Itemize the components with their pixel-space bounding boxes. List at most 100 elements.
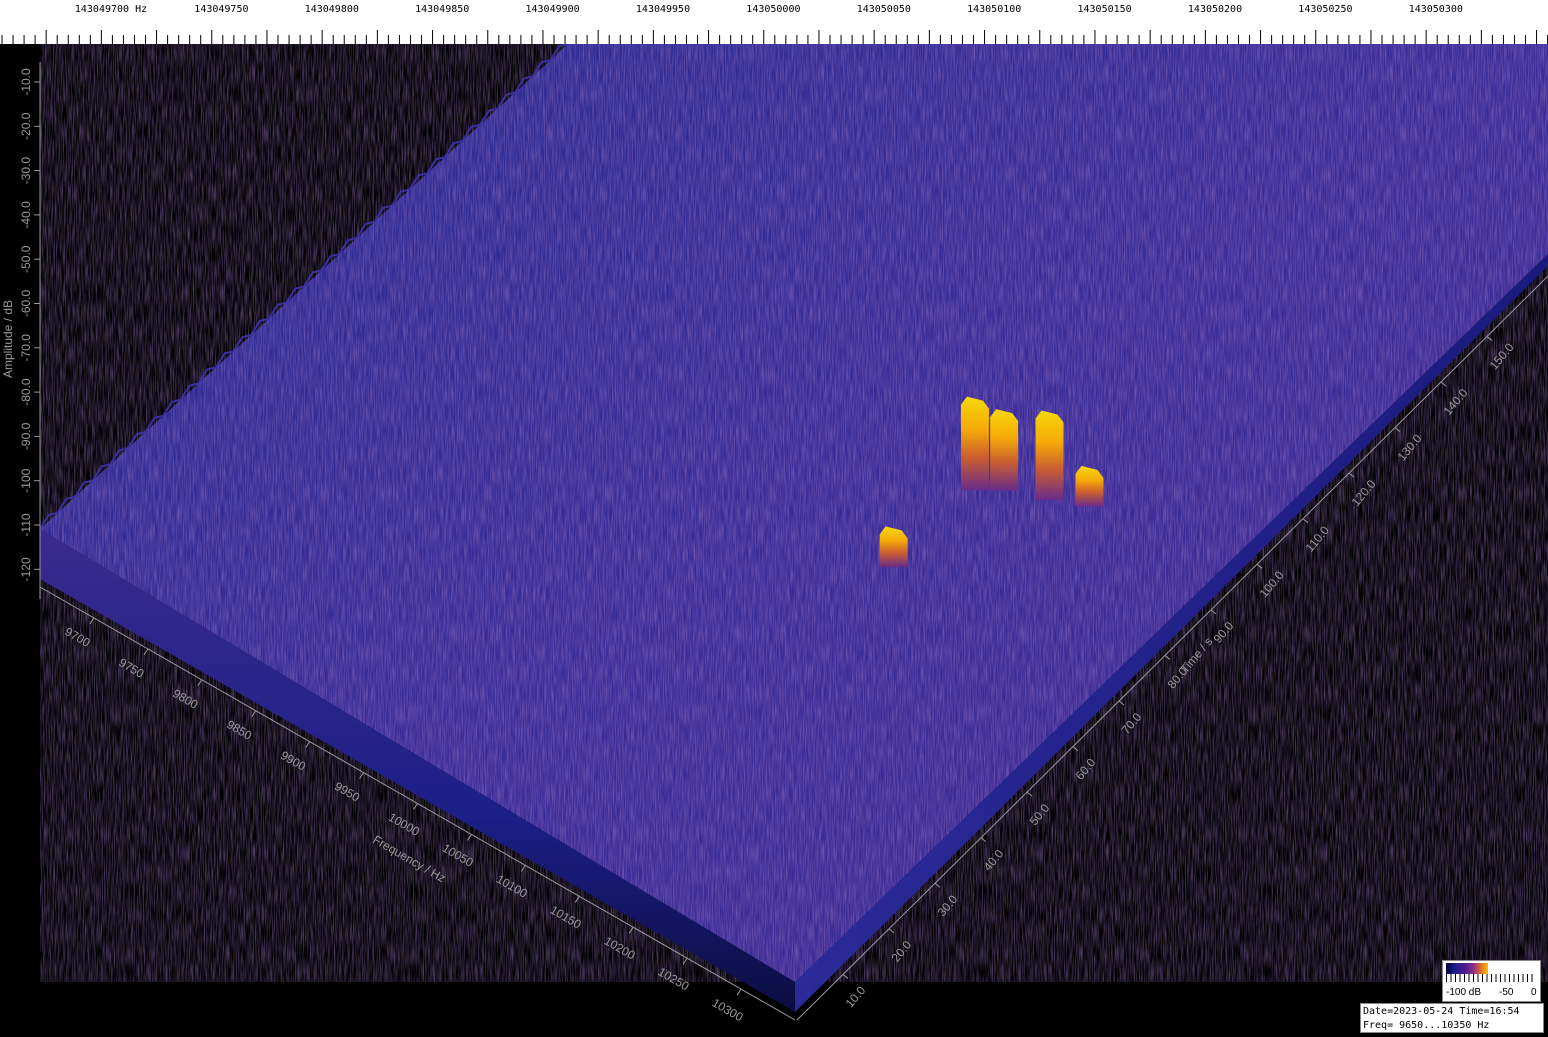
color-scale: -100 dB -50 0	[1442, 960, 1541, 1002]
frequency-tick	[682, 957, 688, 965]
ruler-label: 143049750	[194, 4, 248, 15]
frequency-tick-label: 9850	[224, 717, 254, 743]
frequency-tick	[143, 648, 149, 656]
time-tick	[980, 837, 987, 843]
color-scale-min: -100 dB	[1446, 987, 1482, 998]
info-box: Date=2023-05-24 Time=16:54 Freq= 9650...…	[1360, 1003, 1544, 1033]
ruler-label: 143050050	[857, 4, 911, 15]
noise-texture	[40, 44, 1548, 982]
frequency-tick	[305, 741, 311, 748]
amplitude-tick-label: -120	[19, 557, 33, 581]
signal-peak	[960, 396, 989, 491]
frequency-tick-label: 10300	[710, 996, 746, 1025]
time-tick-label: 70.0	[1119, 710, 1145, 737]
amplitude-axis-title: Amplitude / dB	[1, 300, 15, 378]
time-tick-label: 60.0	[1073, 755, 1099, 782]
time-tick	[1302, 518, 1309, 524]
ruler-label: 143050000	[746, 4, 800, 15]
time-tick	[1026, 791, 1033, 797]
waterfall-plot: -10.0 -20.0 -30.0 -40.0 -50.0 -60.0 -70.0 -80.0…	[1, 44, 1548, 1025]
time-tick-label: 140.0	[1441, 386, 1471, 418]
frequency-ruler: 143049700 Hz 143049750 143049800 143049850 1…	[0, 0, 1548, 44]
frequency-axis-title: Frequency / Hz	[371, 832, 448, 885]
ruler-label: 143049700 Hz	[75, 4, 147, 15]
time-tick-label: 40.0	[981, 847, 1007, 874]
frequency-tick	[574, 896, 580, 903]
frequency-tick-label: 9900	[278, 748, 308, 774]
ruler-label: 143049900	[526, 4, 580, 15]
frequency-tick	[628, 926, 634, 934]
ruler-label: 143050100	[967, 4, 1021, 15]
waterfall-window: 143049700 Hz 143049750 143049800 143049850 1…	[0, 0, 1548, 1037]
amplitude-tick-label: -40.0	[19, 201, 33, 229]
ruler-label: 143050200	[1188, 4, 1242, 15]
frequency-tick-label: 9700	[62, 624, 92, 650]
frequency-tick-label: 10050	[440, 841, 476, 870]
amplitude-tick-label: -10.0	[19, 68, 33, 96]
time-axis-title: Time / s	[1178, 635, 1216, 676]
info-frequency-range: Freq= 9650...10350 Hz	[1363, 1020, 1490, 1031]
time-tick	[1440, 381, 1447, 387]
frequency-tick	[89, 617, 95, 625]
amplitude-tick-label: -60.0	[19, 290, 33, 318]
color-scale-max: 0	[1531, 987, 1537, 998]
time-tick	[934, 882, 941, 888]
frequency-tick-label: 10200	[602, 934, 638, 963]
time-tick	[1118, 700, 1125, 706]
frequency-tick	[197, 679, 203, 687]
frequency-tick	[359, 772, 364, 779]
signal-peak	[990, 409, 1019, 491]
time-tick-label: 50.0	[1027, 801, 1053, 828]
time-tick	[888, 928, 895, 934]
time-tick-label: 90.0	[1211, 619, 1237, 646]
ruler-label: 143049800	[305, 4, 359, 15]
frequency-tick-label: 9950	[332, 779, 362, 805]
amplitude-tick-label: -30.0	[19, 157, 33, 185]
frequency-tick-label: 10150	[548, 903, 584, 932]
time-tick-label: 120.0	[1349, 477, 1379, 509]
color-scale-ticks	[1446, 974, 1536, 982]
frequency-tick-label: 9750	[116, 655, 146, 681]
time-tick-label: 150.0	[1487, 340, 1517, 372]
time-tick	[1210, 609, 1217, 615]
time-tick-label: 20.0	[889, 938, 915, 965]
time-tick-label: 100.0	[1257, 568, 1287, 600]
time-tick	[1256, 563, 1263, 569]
time-tick	[1486, 336, 1493, 341]
frequency-tick	[413, 803, 418, 810]
time-tick-label: 110.0	[1303, 523, 1333, 555]
frequency-tick-label: 9800	[170, 686, 200, 712]
time-tick	[1164, 655, 1171, 660]
frequency-tick	[520, 865, 526, 872]
ruler-label: 143050300	[1409, 4, 1463, 15]
amplitude-tick-label: -70.0	[19, 334, 33, 362]
amplitude-tick-label: -110	[19, 513, 33, 536]
amplitude-tick-label: -90.0	[19, 422, 33, 450]
ruler-label: 143050150	[1078, 4, 1132, 15]
frequency-tick-label: 10250	[656, 965, 692, 994]
time-tick-label: 30.0	[935, 892, 961, 919]
ruler-label: 143049850	[415, 4, 469, 15]
info-date-time: Date=2023-05-24 Time=16:54	[1363, 1006, 1520, 1017]
time-tick	[1348, 472, 1355, 478]
color-scale-mid: -50	[1499, 987, 1514, 998]
time-tick	[842, 974, 849, 979]
amplitude-tick-label: -80.0	[19, 378, 33, 406]
ruler-label: 143050250	[1298, 4, 1352, 15]
frequency-tick-label: 10100	[494, 872, 530, 901]
amplitude-tick-label: -100	[19, 468, 33, 492]
frequency-tick	[736, 988, 742, 996]
time-tick-label: 130.0	[1395, 431, 1425, 463]
amplitude-axis: -10.0 -20.0 -30.0 -40.0 -50.0 -60.0 -70.0 -80.0…	[1, 62, 41, 599]
frequency-tick	[467, 834, 472, 841]
time-tick	[1072, 746, 1079, 751]
frequency-tick-label: 10000	[386, 810, 422, 839]
frequency-ruler-svg: 143049700 Hz 143049750 143049800 143049850 1…	[1, 4, 1548, 44]
ruler-label: 143049950	[636, 4, 690, 15]
frequency-tick	[251, 710, 257, 717]
time-tick-label: 10.0	[843, 983, 869, 1010]
amplitude-tick-label: -50.0	[19, 245, 33, 273]
signal-peak	[1035, 410, 1064, 501]
time-tick	[1394, 427, 1401, 432]
amplitude-tick-label: -20.0	[19, 112, 33, 140]
